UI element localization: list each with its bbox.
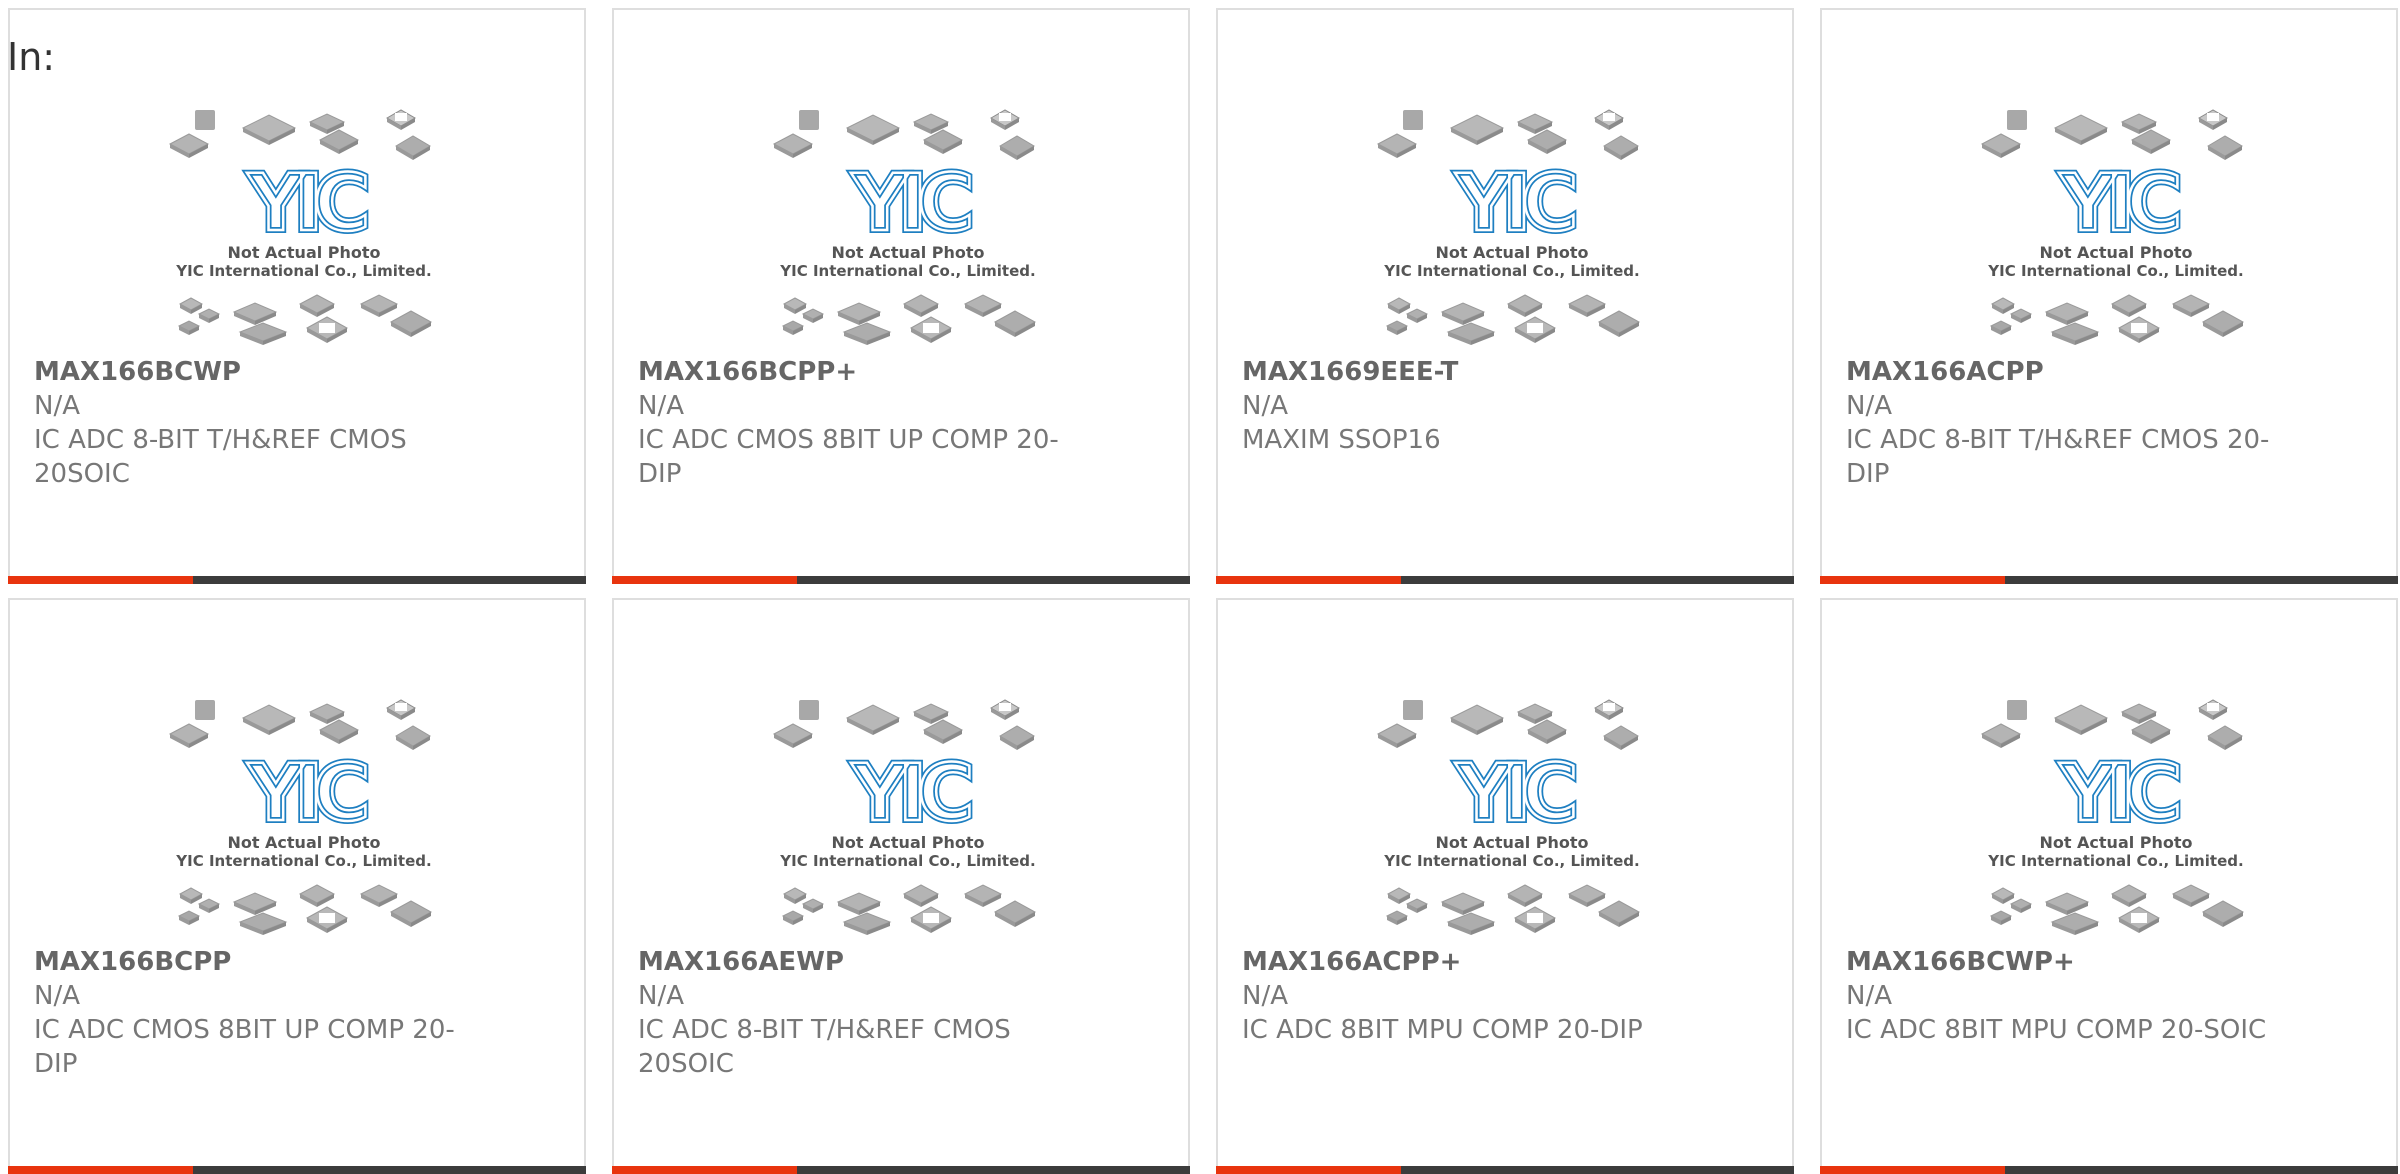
card-accent-bar [1820,576,2005,584]
part-number-link[interactable]: MAX166ACPP+ [1242,945,1702,979]
part-number-link[interactable]: MAX166BCPP+ [638,355,1098,389]
chip-package-icons: YICYICNot Actual PhotoYIC International … [1376,109,1641,345]
chip-package-icon-group: YICYICNot Actual PhotoYIC International … [168,699,433,935]
card-bottom-bar [1216,576,1794,584]
chip-package-icon-group: YICYICNot Actual PhotoYIC International … [1376,109,1641,345]
chip-package-icon-group: YICYICNot Actual PhotoYIC International … [772,699,1037,935]
svg-text:YIC: YIC [851,749,971,839]
svg-text:YIC International Co., Limited: YIC International Co., Limited. [1383,262,1639,280]
card-accent-bar [1820,1166,2005,1174]
chip-package-icon-group: YICYICNot Actual PhotoYIC International … [1376,699,1641,935]
placeholder-image: YIC YIC Not Actual Photo YIC International … [1375,96,1649,350]
chip-package-icons: YICYICNot Actual PhotoYIC International … [168,109,433,345]
svg-text:YIC International Co., Limited: YIC International Co., Limited. [779,262,1035,280]
manufacturer-text: N/A [638,981,684,1011]
manufacturer-text: N/A [638,391,684,421]
description-text: IC ADC 8BIT MPU COMP 20-SOIC [1846,1015,2267,1045]
card-accent-bar [8,1166,193,1174]
svg-text:Not Actual Photo: Not Actual Photo [227,833,380,852]
svg-text:Not Actual Photo: Not Actual Photo [227,243,380,262]
manufacturer-text: N/A [1242,981,1288,1011]
description-text: IC ADC 8-BIT T/H&REF CMOS 20SOIC [638,1015,1011,1079]
card-accent-bar [8,576,193,584]
card-accent-bar [612,1166,797,1174]
product-card[interactable]: YIC YIC Not Actual Photo YIC International … [1216,8,1794,584]
card-bottom-bar [8,1166,586,1174]
product-card[interactable]: YIC YIC Not Actual Photo YIC International … [1820,8,2398,584]
chip-package-icons: YICYICNot Actual PhotoYIC International … [772,699,1037,935]
chip-package-icons: YICYICNot Actual PhotoYIC International … [1980,699,2245,935]
description-text: IC ADC 8-BIT T/H&REF CMOS 20SOIC [34,425,407,489]
placeholder-image: YIC YIC Not Actual Photo YIC International … [1375,686,1649,940]
manufacturer-text: N/A [34,981,80,1011]
chip-package-icon-group: YICYICNot Actual PhotoYIC International … [1980,699,2245,935]
product-card[interactable]: YIC YIC Not Actual Photo YIC International … [8,8,586,584]
description-text: IC ADC 8BIT MPU COMP 20-DIP [1242,1015,1643,1045]
chip-package-icon-group: YICYICNot Actual PhotoYIC International … [772,109,1037,345]
manufacturer-text: N/A [1846,981,1892,1011]
svg-text:YIC: YIC [247,749,367,839]
card-bottom-bar [612,576,1190,584]
placeholder-image: YIC YIC Not Actual Photo YIC International … [771,686,1045,940]
svg-text:YIC: YIC [247,159,367,249]
description-text: IC ADC CMOS 8BIT UP COMP 20-DIP [638,425,1059,489]
svg-text:Not Actual Photo: Not Actual Photo [2039,243,2192,262]
card-accent-bar [1216,576,1401,584]
description-text: IC ADC CMOS 8BIT UP COMP 20-DIP [34,1015,455,1079]
manufacturer-text: N/A [1846,391,1892,421]
page-label: In: [7,35,56,79]
svg-text:YIC International Co., Limited: YIC International Co., Limited. [175,262,431,280]
manufacturer-text: N/A [1242,391,1288,421]
svg-text:Not Actual Photo: Not Actual Photo [2039,833,2192,852]
product-card[interactable]: YIC YIC Not Actual Photo YIC International … [612,8,1190,584]
part-number-link[interactable]: MAX166AEWP [638,945,1098,979]
svg-text:YIC International Co., Limited: YIC International Co., Limited. [1987,262,2243,280]
placeholder-image: YIC YIC Not Actual Photo YIC International … [167,686,441,940]
product-card[interactable]: YIC YIC Not Actual Photo YIC International … [1216,598,1794,1174]
card-bottom-bar [1216,1166,1794,1174]
product-card[interactable]: YIC YIC Not Actual Photo YIC International … [1820,598,2398,1174]
svg-text:YIC: YIC [2059,749,2179,839]
svg-text:YIC: YIC [1455,159,1575,249]
manufacturer-text: N/A [34,391,80,421]
chip-package-icons: YICYICNot Actual PhotoYIC International … [1376,699,1641,935]
svg-text:YIC: YIC [851,159,971,249]
chip-package-icons: YICYICNot Actual PhotoYIC International … [772,109,1037,345]
card-bottom-bar [1820,1166,2398,1174]
placeholder-image: YIC YIC Not Actual Photo YIC International … [1979,686,2253,940]
svg-text:YIC International Co., Limited: YIC International Co., Limited. [1383,852,1639,870]
card-bottom-bar [8,576,586,584]
svg-text:YIC International Co., Limited: YIC International Co., Limited. [1987,852,2243,870]
card-accent-bar [1216,1166,1401,1174]
part-number-link[interactable]: MAX166BCPP [34,945,494,979]
svg-text:YIC International Co., Limited: YIC International Co., Limited. [779,852,1035,870]
svg-text:Not Actual Photo: Not Actual Photo [831,243,984,262]
product-card[interactable]: YIC YIC Not Actual Photo YIC International … [8,598,586,1174]
chip-package-icon-group: YICYICNot Actual PhotoYIC International … [168,109,433,345]
svg-text:YIC: YIC [2059,159,2179,249]
svg-text:YIC International Co., Limited: YIC International Co., Limited. [175,852,431,870]
part-number-link[interactable]: MAX166BCWP+ [1846,945,2306,979]
part-number-link[interactable]: MAX166ACPP [1846,355,2306,389]
chip-package-icon-group: YICYICNot Actual PhotoYIC International … [1980,109,2245,345]
placeholder-image: YIC YIC Not Actual Photo YIC International … [771,96,1045,350]
placeholder-image: YIC YIC Not Actual Photo YIC International … [167,96,441,350]
chip-package-icons: YICYICNot Actual PhotoYIC International … [1980,109,2245,345]
card-bottom-bar [1820,576,2398,584]
chip-package-icons: YICYICNot Actual PhotoYIC International … [168,699,433,935]
part-number-link[interactable]: MAX166BCWP [34,355,494,389]
description-text: IC ADC 8-BIT T/H&REF CMOS 20-DIP [1846,425,2270,489]
svg-text:YIC: YIC [1455,749,1575,839]
product-card[interactable]: YIC YIC Not Actual Photo YIC International … [612,598,1190,1174]
svg-text:Not Actual Photo: Not Actual Photo [831,833,984,852]
placeholder-image: YIC YIC Not Actual Photo YIC International … [1979,96,2253,350]
card-accent-bar [612,576,797,584]
part-number-link[interactable]: MAX1669EEE-T [1242,355,1702,389]
description-text: MAXIM SSOP16 [1242,425,1441,455]
product-grid: YIC YIC Not Actual Photo YIC International … [0,0,2400,1174]
card-bottom-bar [612,1166,1190,1174]
svg-text:Not Actual Photo: Not Actual Photo [1435,833,1588,852]
svg-text:Not Actual Photo: Not Actual Photo [1435,243,1588,262]
